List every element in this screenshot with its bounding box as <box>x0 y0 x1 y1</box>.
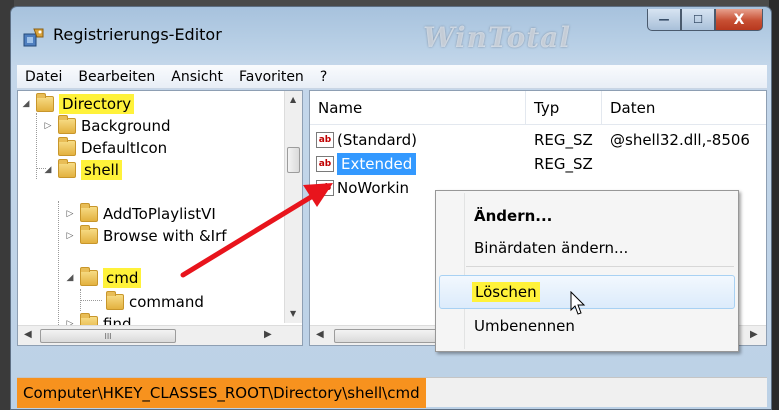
annotation-arrow-icon <box>180 183 333 278</box>
registry-editor-window: Registrierungs-Editor WinTotal — ☐ X Dat… <box>10 6 772 410</box>
status-bar-path: Computer\HKEY_CLASSES_ROOT\Directory\she… <box>17 378 426 408</box>
status-bar: Computer\HKEY_CLASSES_ROOT\Directory\she… <box>17 377 767 408</box>
